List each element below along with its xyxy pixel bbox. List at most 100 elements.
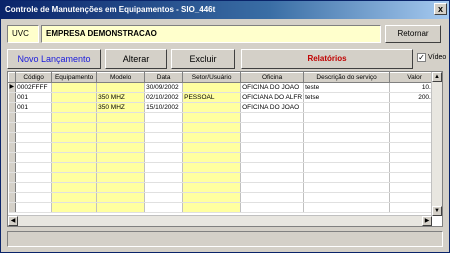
table-cell[interactable] <box>144 202 184 213</box>
row-indicator[interactable] <box>8 92 17 103</box>
table-cell[interactable] <box>144 122 184 133</box>
row-indicator[interactable] <box>8 182 17 193</box>
table-cell[interactable] <box>51 122 98 133</box>
table-cell[interactable] <box>240 162 305 173</box>
scroll-down-icon[interactable]: ▼ <box>432 206 442 216</box>
table-cell[interactable]: 001 <box>15 92 53 103</box>
table-cell[interactable] <box>240 152 305 163</box>
table-cell[interactable] <box>96 182 146 193</box>
table-cell[interactable] <box>96 172 146 183</box>
table-cell[interactable] <box>182 202 242 213</box>
table-row[interactable] <box>8 182 441 193</box>
table-cell[interactable] <box>144 182 184 193</box>
table-cell[interactable] <box>303 142 391 153</box>
column-header[interactable]: Código <box>15 72 53 83</box>
table-row[interactable]: 001 350 MHZ 02/10/2002 PESSOAL OFICIANA DO A… <box>8 92 441 103</box>
table-cell[interactable] <box>15 122 53 133</box>
table-row[interactable] <box>8 162 441 173</box>
table-cell[interactable] <box>51 172 98 183</box>
column-header[interactable]: Oficina <box>240 72 305 83</box>
column-header[interactable]: Data <box>144 72 184 83</box>
table-cell[interactable] <box>15 182 53 193</box>
table-cell[interactable] <box>240 192 305 203</box>
table-row[interactable]: ▶ 0002FFFF 30/09/2002 OFICINA DO JOAO teste 1… <box>8 82 441 93</box>
table-row[interactable] <box>8 132 441 143</box>
table-cell[interactable] <box>51 142 98 153</box>
table-cell[interactable] <box>96 112 146 123</box>
company-name-field[interactable]: EMPRESA DEMONSTRACAO <box>41 25 381 43</box>
table-cell[interactable] <box>144 172 184 183</box>
table-cell[interactable]: 02/10/2002 <box>144 92 184 103</box>
table-cell[interactable] <box>182 162 242 173</box>
row-indicator[interactable] <box>8 112 17 123</box>
table-cell[interactable] <box>51 202 98 213</box>
table-cell[interactable]: OFICINA DO JOAO <box>240 102 305 113</box>
table-cell[interactable] <box>51 182 98 193</box>
table-cell[interactable] <box>96 132 146 143</box>
table-cell[interactable] <box>96 202 146 213</box>
table-cell[interactable] <box>51 92 98 103</box>
table-cell[interactable] <box>96 152 146 163</box>
table-cell[interactable] <box>96 192 146 203</box>
table-cell[interactable] <box>303 172 391 183</box>
table-cell[interactable] <box>51 102 98 113</box>
table-row[interactable]: 001 350 MHZ 15/10/2002 OFICINA DO JOAO <box>8 102 441 113</box>
video-checkbox[interactable]: ✓ <box>417 53 426 62</box>
table-cell[interactable] <box>51 112 98 123</box>
table-cell[interactable] <box>240 142 305 153</box>
scroll-up-icon[interactable]: ▲ <box>432 72 442 82</box>
table-row[interactable] <box>8 192 441 203</box>
table-cell[interactable] <box>240 172 305 183</box>
row-indicator[interactable] <box>8 142 17 153</box>
vertical-scrollbar[interactable]: ▲ ▼ <box>431 72 442 216</box>
table-cell[interactable] <box>51 82 98 93</box>
table-row[interactable] <box>8 202 441 213</box>
table-cell[interactable] <box>144 162 184 173</box>
row-indicator[interactable] <box>8 162 17 173</box>
table-cell[interactable] <box>182 142 242 153</box>
relatorios-button[interactable]: Relatórios <box>241 49 413 69</box>
close-button[interactable]: x <box>434 3 447 15</box>
table-cell[interactable] <box>182 172 242 183</box>
table-cell[interactable] <box>15 192 53 203</box>
table-cell[interactable] <box>96 82 146 93</box>
table-cell[interactable] <box>303 192 391 203</box>
table-cell[interactable] <box>182 112 242 123</box>
column-header[interactable]: Modelo <box>96 72 146 83</box>
novo-lancamento-button[interactable]: Novo Lançamento <box>7 49 101 69</box>
row-indicator[interactable] <box>8 122 17 133</box>
table-cell[interactable]: 001 <box>15 102 53 113</box>
table-cell[interactable] <box>182 152 242 163</box>
table-cell[interactable] <box>96 142 146 153</box>
table-cell[interactable] <box>51 152 98 163</box>
table-cell[interactable]: OFICINA DO JOAO <box>240 82 305 93</box>
table-row[interactable] <box>8 172 441 183</box>
table-cell[interactable] <box>15 152 53 163</box>
table-cell[interactable]: 350 MHZ <box>96 102 146 113</box>
table-cell[interactable] <box>303 202 391 213</box>
row-indicator[interactable] <box>8 102 17 113</box>
table-cell[interactable] <box>144 132 184 143</box>
table-cell[interactable] <box>96 122 146 133</box>
table-cell[interactable]: 0002FFFF <box>15 82 53 93</box>
table-row[interactable] <box>8 142 441 153</box>
table-cell[interactable]: PESSOAL <box>182 92 242 103</box>
table-cell[interactable] <box>144 152 184 163</box>
table-cell[interactable] <box>51 192 98 203</box>
table-cell[interactable]: 30/09/2002 <box>144 82 184 93</box>
table-cell[interactable] <box>182 132 242 143</box>
table-cell[interactable]: 15/10/2002 <box>144 102 184 113</box>
table-cell[interactable] <box>240 132 305 143</box>
table-cell[interactable] <box>144 112 184 123</box>
table-cell[interactable] <box>240 112 305 123</box>
table-cell[interactable] <box>303 152 391 163</box>
table-cell[interactable] <box>144 192 184 203</box>
row-indicator[interactable] <box>8 152 17 163</box>
column-header[interactable]: Descrição do serviço <box>303 72 391 83</box>
column-header[interactable]: Setor/Usuário <box>182 72 242 83</box>
alterar-button[interactable]: Alterar <box>105 49 167 69</box>
scroll-left-icon[interactable]: ◀ <box>8 216 18 226</box>
excluir-button[interactable]: Excluir <box>171 49 235 69</box>
table-cell[interactable] <box>303 162 391 173</box>
table-cell[interactable]: OFICIANA DO ALFR <box>240 92 305 103</box>
